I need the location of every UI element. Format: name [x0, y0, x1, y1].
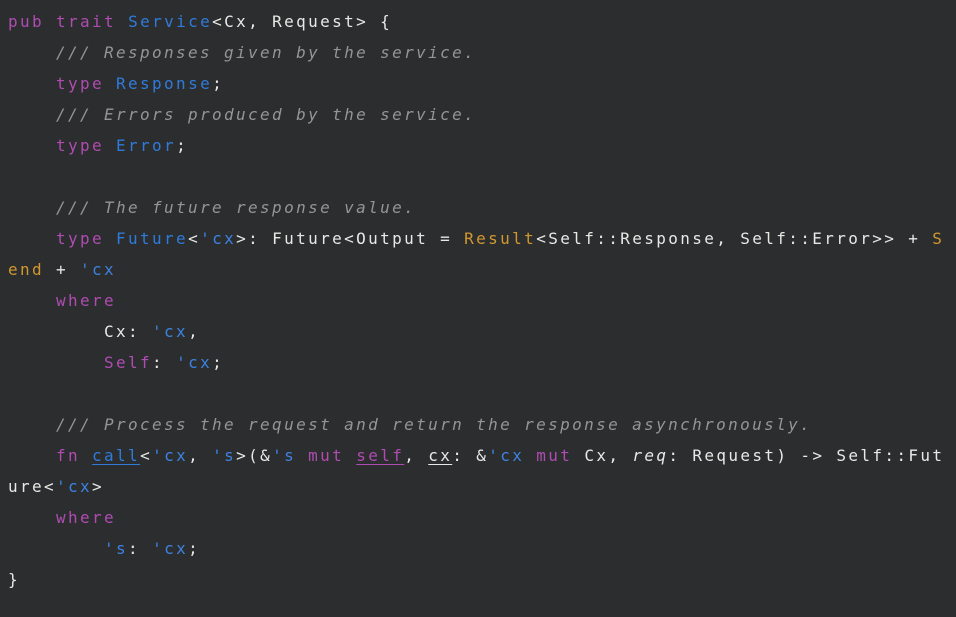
- code-token: :: [128, 539, 152, 558]
- code-token: [80, 446, 92, 465]
- code-token: >(&: [236, 446, 272, 465]
- code-token: Error: [116, 136, 176, 155]
- code-token: <Cx, Request> {: [212, 12, 392, 31]
- code-line: type Error;: [8, 130, 948, 161]
- code-token: 'cx: [152, 322, 188, 341]
- code-line: pub trait Service<Cx, Request> {: [8, 6, 948, 37]
- link-call[interactable]: call: [92, 446, 140, 465]
- code-token: mut: [536, 446, 572, 465]
- code-token: [104, 136, 116, 155]
- code-token: +: [44, 260, 80, 279]
- code-token: /// Process the request and return the r…: [8, 415, 812, 434]
- code-line: /// Process the request and return the r…: [8, 409, 948, 440]
- code-token: [8, 539, 104, 558]
- code-token: 'cx: [152, 539, 188, 558]
- code-token: [8, 508, 56, 527]
- code-token: [8, 229, 56, 248]
- code-token: /// Responses given by the service.: [8, 43, 476, 62]
- code-token: <: [140, 446, 152, 465]
- code-token: [8, 353, 104, 372]
- code-token: 'cx: [176, 353, 212, 372]
- code-line: where: [8, 285, 948, 316]
- code-token: :: [152, 353, 176, 372]
- code-token: Cx,: [572, 446, 632, 465]
- code-token: /// Errors produced by the service.: [8, 105, 476, 124]
- code-token: ,: [188, 322, 200, 341]
- code-token: Self: [104, 353, 152, 372]
- code-token: ure<: [8, 477, 56, 496]
- code-token: 'cx: [56, 477, 92, 496]
- code-token: ;: [212, 353, 224, 372]
- code-token: [104, 74, 116, 93]
- code-token: [8, 136, 56, 155]
- code-token: 'cx: [200, 229, 236, 248]
- code-token: 's: [212, 446, 236, 465]
- code-token: type: [56, 229, 104, 248]
- code-token: 's: [104, 539, 128, 558]
- code-token: Service: [128, 12, 212, 31]
- code-token: Future: [116, 229, 188, 248]
- code-token: [8, 446, 56, 465]
- code-line: ure<'cx>: [8, 471, 948, 502]
- link-self[interactable]: self: [356, 446, 404, 465]
- code-token: [524, 446, 536, 465]
- code-token: ,: [188, 446, 212, 465]
- code-line: /// Responses given by the service.: [8, 37, 948, 68]
- code-token: [296, 446, 308, 465]
- code-line: Cx: 'cx,: [8, 316, 948, 347]
- code-token: [116, 12, 128, 31]
- rust-code: pub trait Service<Cx, Request> { /// Res…: [8, 6, 948, 595]
- code-token: 'cx: [80, 260, 116, 279]
- code-line: Self: 'cx;: [8, 347, 948, 378]
- code-token: ;: [176, 136, 188, 155]
- code-line: end + 'cx: [8, 254, 948, 285]
- code-token: pub: [8, 12, 44, 31]
- code-token: [8, 74, 56, 93]
- code-line: fn call<'cx, 's>(&'s mut self, cx: &'cx …: [8, 440, 948, 471]
- code-token: 'cx: [488, 446, 524, 465]
- code-token: >: Future<Output =: [236, 229, 464, 248]
- code-token: type: [56, 136, 104, 155]
- code-line: [8, 378, 948, 409]
- code-line: where: [8, 502, 948, 533]
- code-token: S: [932, 229, 944, 248]
- code-token: /// The future response value.: [8, 198, 416, 217]
- code-token: : Request) -> Self::Fut: [668, 446, 944, 465]
- code-token: mut: [308, 446, 344, 465]
- code-line: /// The future response value.: [8, 192, 948, 223]
- code-token: fn: [56, 446, 80, 465]
- code-token: type: [56, 74, 104, 93]
- code-token: ;: [212, 74, 224, 93]
- code-token: ,: [404, 446, 428, 465]
- code-token: 'cx: [152, 446, 188, 465]
- code-token: ;: [188, 539, 200, 558]
- code-token: <Self::Response, Self::Error>> +: [536, 229, 932, 248]
- link-cx[interactable]: cx: [428, 446, 452, 465]
- code-token: <: [188, 229, 200, 248]
- code-token: end: [8, 260, 44, 279]
- code-token: [344, 446, 356, 465]
- code-block: pub trait Service<Cx, Request> { /// Res…: [0, 0, 956, 617]
- code-token: req: [632, 446, 668, 465]
- code-token: }: [8, 570, 20, 589]
- code-token: [44, 12, 56, 31]
- code-line: /// Errors produced by the service.: [8, 99, 948, 130]
- code-line: type Future<'cx>: Future<Output = Result…: [8, 223, 948, 254]
- code-token: [8, 291, 56, 310]
- code-token: where: [56, 508, 116, 527]
- code-token: where: [56, 291, 116, 310]
- code-token: Result: [464, 229, 536, 248]
- code-token: trait: [56, 12, 116, 31]
- code-token: [104, 229, 116, 248]
- code-line: type Response;: [8, 68, 948, 99]
- code-token: 's: [272, 446, 296, 465]
- code-line: [8, 161, 948, 192]
- code-token: Response: [116, 74, 212, 93]
- code-token: >: [92, 477, 104, 496]
- code-token: Cx:: [8, 322, 152, 341]
- code-token: : &: [452, 446, 488, 465]
- code-line: }: [8, 564, 948, 595]
- code-line: 's: 'cx;: [8, 533, 948, 564]
